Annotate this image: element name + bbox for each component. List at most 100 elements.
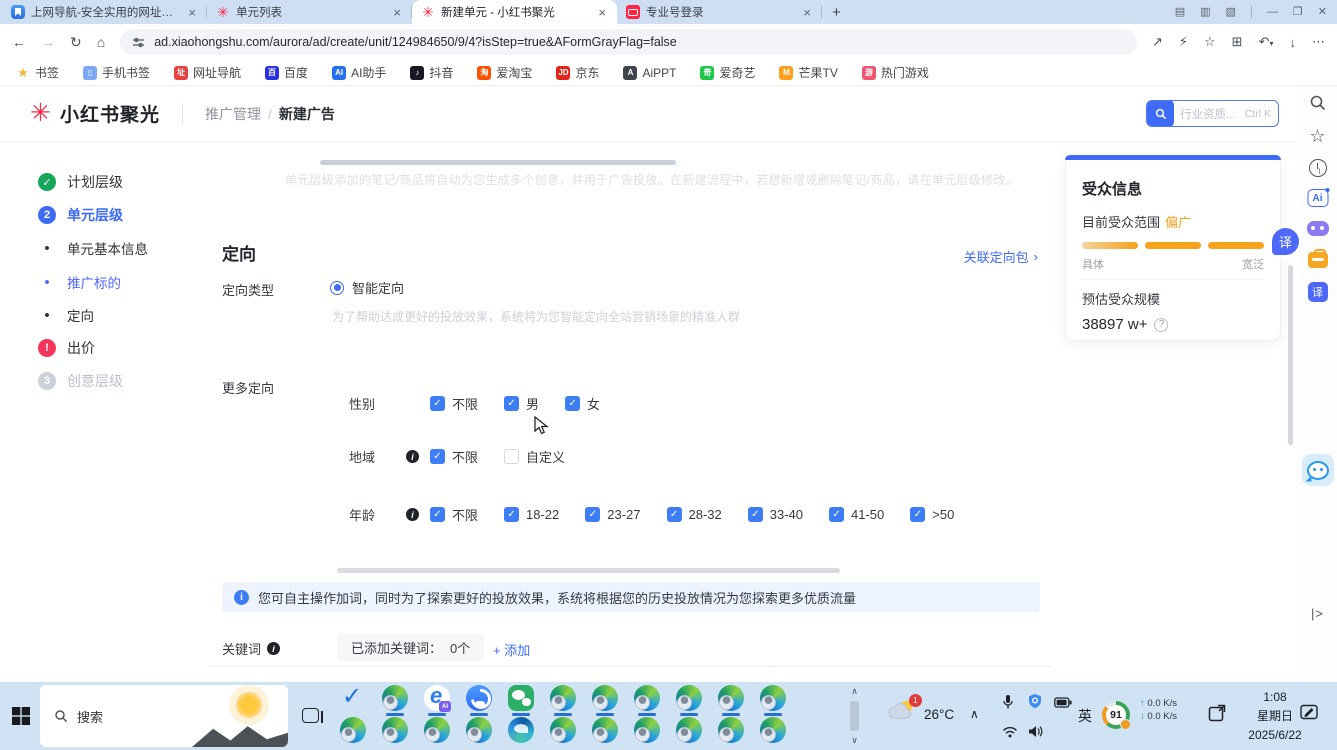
smart-targeting-option[interactable]: 智能定向 <box>330 278 404 297</box>
scrollbar-thumb[interactable] <box>850 701 859 731</box>
maximize-button[interactable]: ❐ <box>1293 7 1303 18</box>
sidebar-step-item[interactable]: ! 出价 <box>38 338 95 358</box>
gender-checkbox-option[interactable]: 女 <box>565 394 600 413</box>
lightning-icon[interactable]: ⚡ <box>1179 34 1188 50</box>
age-checkbox-option[interactable]: 41-50 <box>829 507 884 522</box>
bookmark-item[interactable]: JD 京东 <box>556 64 599 81</box>
rail-translate-icon[interactable]: 译 <box>1308 282 1328 302</box>
taskbar-search-box[interactable]: 搜索 <box>40 685 288 747</box>
checkbox-icon[interactable] <box>430 396 445 411</box>
sidebar-step-item[interactable]: • 定向 <box>38 305 94 325</box>
region-checkbox-option[interactable]: 自定义 <box>504 447 565 466</box>
tab-close-icon[interactable]: × <box>186 5 198 20</box>
taskbar-app-button[interactable] <box>760 717 786 747</box>
taskbar-app-button[interactable] <box>466 717 492 747</box>
tab-close-icon[interactable]: × <box>596 5 608 20</box>
forward-button[interactable]: → <box>41 34 55 50</box>
bookmark-item[interactable]: 址 网址导航 <box>174 64 241 81</box>
weather-icon[interactable]: 1 <box>888 698 918 728</box>
bookmark-item[interactable]: ★ 书签 <box>16 64 59 81</box>
question-icon[interactable]: ? <box>1154 318 1168 332</box>
gender-checkbox-option[interactable]: 男 <box>504 394 539 413</box>
rail-search-icon[interactable] <box>1309 94 1327 112</box>
browser-tab[interactable]: 上网导航-安全实用的网址导航 × <box>2 0 207 24</box>
checkbox-icon[interactable] <box>829 507 844 522</box>
taskbar-app-button[interactable] <box>508 717 534 747</box>
ime-language-indicator[interactable]: 英 <box>1078 706 1092 726</box>
bookmark-item[interactable]: M 芒果TV <box>779 64 837 81</box>
search-icon[interactable] <box>1147 100 1174 127</box>
taskbar-scrollbar[interactable]: ∧ ∨ <box>848 686 861 746</box>
checkbox-icon[interactable] <box>748 507 763 522</box>
taskbar-app-button[interactable] <box>718 685 744 715</box>
age-checkbox-option[interactable]: 不限 <box>430 505 478 524</box>
taskbar-app-button[interactable] <box>340 717 366 747</box>
taskbar-app-button[interactable] <box>340 685 366 715</box>
sidebar-step-item[interactable]: ✓ 计划层级 <box>38 172 123 192</box>
info-icon[interactable]: i <box>267 642 280 655</box>
page-vertical-scrollbar[interactable] <box>1288 265 1293 445</box>
new-tab-button[interactable]: + <box>832 4 841 21</box>
checkbox-icon[interactable] <box>504 449 519 464</box>
checkbox-icon[interactable] <box>504 507 519 522</box>
checkbox-icon[interactable] <box>585 507 600 522</box>
radio-selected-icon[interactable] <box>330 281 344 295</box>
horizontal-scrollbar[interactable] <box>320 160 676 165</box>
taskbar-app-button[interactable] <box>508 685 534 715</box>
checkbox-icon[interactable] <box>565 396 580 411</box>
taskbar-app-button[interactable] <box>718 717 744 747</box>
scroll-down-icon[interactable]: ∨ <box>851 735 858 746</box>
taskbar-app-button[interactable] <box>550 717 576 747</box>
taskbar-app-button[interactable] <box>592 717 618 747</box>
more-menu-icon[interactable]: ⋯ <box>1312 34 1325 50</box>
taskbar-app-button[interactable] <box>424 717 450 747</box>
tray-expand-icon[interactable]: ∧ <box>970 707 979 721</box>
taskbar-app-button[interactable] <box>382 685 408 715</box>
taskbar-app-button[interactable] <box>760 685 786 715</box>
rail-workspace-icon[interactable] <box>1308 252 1328 268</box>
start-button[interactable] <box>12 707 30 730</box>
region-checkbox-option[interactable]: 不限 <box>430 447 478 466</box>
history-dropdown-icon[interactable]: ↶▾ <box>1259 34 1274 50</box>
checkbox-icon[interactable] <box>667 507 682 522</box>
taskbar-app-button[interactable] <box>424 685 450 715</box>
screenshot-tool-icon[interactable] <box>1208 704 1226 725</box>
checkbox-icon[interactable] <box>504 396 519 411</box>
rail-collapse-icon[interactable]: |> <box>1311 606 1324 621</box>
rail-favorites-icon[interactable]: ☆ <box>1309 126 1325 147</box>
sidebar-step-item[interactable]: • 单元基本信息 <box>38 238 148 258</box>
sidebar-step-item[interactable]: • 推广标的 <box>38 272 121 292</box>
taskbar-app-button[interactable] <box>634 717 660 747</box>
task-view-button[interactable] <box>302 708 319 723</box>
search-highlight-weather-image[interactable] <box>192 685 288 747</box>
translate-floating-button[interactable]: 译 <box>1272 228 1299 255</box>
battery-percent-ring[interactable]: 91 <box>1102 701 1130 729</box>
taskbar-app-button[interactable] <box>382 717 408 747</box>
age-checkbox-option[interactable]: >50 <box>910 507 954 522</box>
taskbar-app-button[interactable] <box>550 685 576 715</box>
rail-chat-assistant-icon[interactable] <box>1302 454 1334 486</box>
bookmark-item[interactable]: AI AI助手 <box>332 64 386 81</box>
back-button[interactable]: ← <box>12 34 26 50</box>
browser-tab[interactable]: 新建单元 - 小红书聚光 × <box>412 0 617 24</box>
battery-icon[interactable] <box>1054 696 1072 711</box>
favorite-star-icon[interactable]: ☆ <box>1204 34 1216 50</box>
tab-close-icon[interactable]: × <box>801 5 813 20</box>
bookmark-item[interactable]: 百 百度 <box>265 64 308 81</box>
browser-theme-icon[interactable]: ▧ <box>1226 7 1236 18</box>
speaker-icon[interactable] <box>1028 725 1043 741</box>
info-icon[interactable]: i <box>406 508 419 521</box>
temperature-text[interactable]: 26°C <box>924 707 954 722</box>
header-search-box[interactable]: 行业资质... Ctrl K <box>1146 100 1279 127</box>
scroll-up-icon[interactable]: ∧ <box>851 686 858 697</box>
microphone-icon[interactable] <box>1002 694 1014 713</box>
rail-games-icon[interactable] <box>1307 221 1329 236</box>
sidebar-step-item[interactable]: 3 创意层级 <box>38 371 123 391</box>
browser-panel-icon[interactable]: ▤ <box>1175 7 1185 18</box>
age-checkbox-option[interactable]: 33-40 <box>748 507 803 522</box>
browser-tab[interactable]: 单元列表 × <box>207 0 412 24</box>
checkbox-icon[interactable] <box>430 449 445 464</box>
browser-tab[interactable]: 专业号登录 × <box>617 0 822 24</box>
url-text[interactable]: ad.xiaohongshu.com/aurora/ad/create/unit… <box>154 35 1125 49</box>
app-logo-text[interactable]: 小红书聚光 <box>60 100 160 127</box>
